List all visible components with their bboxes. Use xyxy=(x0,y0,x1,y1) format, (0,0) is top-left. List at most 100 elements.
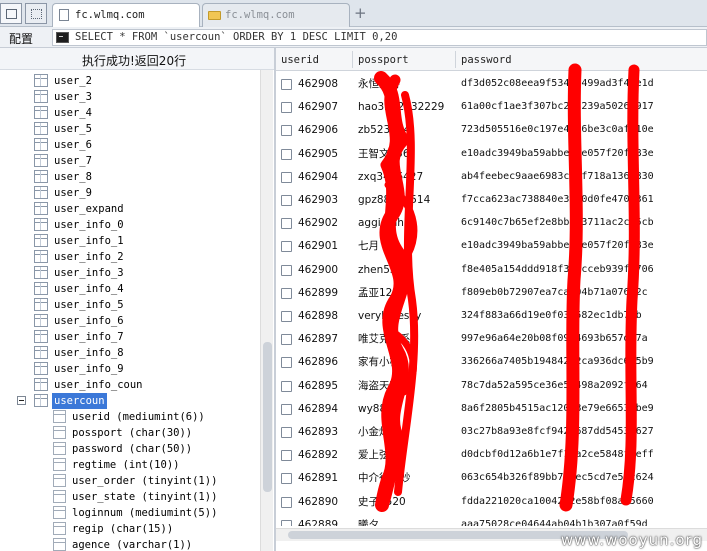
cell-possport[interactable]: 七月 xyxy=(358,236,379,256)
cell-possport[interactable]: verybluesky xyxy=(358,306,421,326)
cell-userid[interactable]: 462893 xyxy=(298,422,338,442)
column-header-possport[interactable]: possport xyxy=(358,54,409,66)
cell-possport[interactable]: aggiefahan xyxy=(358,213,417,233)
table-row[interactable]: 462890 史子3520 fdda221020ca1004232e58bf08a5… xyxy=(276,492,707,512)
cell-possport[interactable]: 曦夕 xyxy=(358,515,379,526)
table-row[interactable]: 462899 孟亚122 f809eb0b72907ea7ca404b71a0762… xyxy=(276,283,707,303)
cell-password[interactable]: df3d052c08eea9f534be499ad3f4de1d xyxy=(461,74,654,94)
row-checkbox[interactable] xyxy=(281,148,292,160)
row-checkbox[interactable] xyxy=(281,334,292,346)
row-checkbox[interactable] xyxy=(281,496,292,508)
row-checkbox[interactable] xyxy=(281,125,292,137)
cell-possport[interactable]: 永恒之诗 xyxy=(358,74,400,94)
table-row[interactable]: 462894 wy8888 8a6f2805b4515ac12038e79e6653… xyxy=(276,399,707,419)
cell-password[interactable]: 61a00cf1ae3f307bc29a239a5026c917 xyxy=(461,97,654,117)
row-checkbox[interactable] xyxy=(281,519,292,526)
cell-possport[interactable]: zhen5sd8 xyxy=(358,260,409,280)
table-row[interactable]: 462904 zxq3456427 ab4feebec9aae6983cbbf718… xyxy=(276,167,707,187)
cell-password[interactable]: 336266a7405b19484212ca936dc6c5b9 xyxy=(461,352,654,372)
row-checkbox[interactable] xyxy=(281,195,292,206)
table-row[interactable]: 462898 verybluesky 324f883a66d19e0f034582e… xyxy=(276,306,707,326)
row-checkbox[interactable] xyxy=(281,102,292,114)
cell-userid[interactable]: 462901 xyxy=(298,236,338,256)
cell-password[interactable]: f7cca623ac738840e3040d0fe4706361 xyxy=(461,190,654,210)
table-row[interactable]: 462896 家有小桐 336266a7405b19484212ca936dc6c5… xyxy=(276,352,707,372)
cell-password[interactable]: 78c7da52a595ce36e51498a2092f464 xyxy=(461,376,648,396)
table-row[interactable]: 462891 中介很奇妙 063c654b326f89bb735ec5cd7e50c… xyxy=(276,468,707,488)
cell-userid[interactable]: 462896 xyxy=(298,352,338,372)
cell-possport[interactable]: hao3232432229 xyxy=(358,97,444,117)
cell-password[interactable]: ab4feebec9aae6983cbbf718a136f830 xyxy=(461,167,654,187)
cell-possport[interactable]: 家有小桐 xyxy=(358,352,400,372)
cell-possport[interactable]: wy8888 xyxy=(358,399,400,419)
cell-userid[interactable]: 462892 xyxy=(298,445,338,465)
tab-fc-wlmq-inactive[interactable]: fc.wlmq.com xyxy=(202,3,350,27)
table-row[interactable]: 462907 hao3232432229 61a00cf1ae3f307bc29a2… xyxy=(276,97,707,117)
table-row[interactable]: 462902 aggiefahan 6c9140c7b65ef2e8bb493711… xyxy=(276,213,707,233)
cell-possport[interactable]: gpz88864514 xyxy=(358,190,430,210)
cell-userid[interactable]: 462899 xyxy=(298,283,338,303)
cell-password[interactable]: fdda221020ca1004232e58bf08a55660 xyxy=(461,492,654,512)
row-checkbox[interactable] xyxy=(281,473,292,485)
cell-possport[interactable]: 孟亚122 xyxy=(358,283,399,303)
row-checkbox[interactable] xyxy=(281,264,292,276)
column-divider[interactable] xyxy=(455,51,456,68)
cell-password[interactable]: 8a6f2805b4515ac12038e79e6653fbe9 xyxy=(461,399,654,419)
restore-window-button[interactable] xyxy=(0,3,22,24)
row-checkbox[interactable] xyxy=(281,311,292,322)
table-row[interactable]: 462906 zb523654 723d505516e0c197e42e6be3c0… xyxy=(276,120,707,140)
cell-userid[interactable]: 462905 xyxy=(298,144,338,164)
row-checkbox[interactable] xyxy=(281,427,292,438)
cell-password[interactable]: 063c654b326f89bb735ec5cd7e50c624 xyxy=(461,468,654,488)
row-checkbox[interactable] xyxy=(281,403,292,415)
cell-password[interactable]: 6c9140c7b65ef2e8bb493711ac2c35cb xyxy=(461,213,654,233)
cell-password[interactable]: e10adc3949ba59abbe56e057f20f883e xyxy=(461,144,654,164)
column-divider[interactable] xyxy=(352,51,353,68)
cell-possport[interactable]: 王智文456 xyxy=(358,144,410,164)
tab-fc-wlmq-active[interactable]: fc.wlmq.com xyxy=(52,3,200,27)
table-row[interactable]: 462908 永恒之诗 df3d052c08eea9f534be499ad3f4de… xyxy=(276,74,707,94)
row-checkbox[interactable] xyxy=(281,450,292,462)
table-row[interactable]: 462892 爱上弦月 d0dcbf0d12a6b1e7f15a2ce5848fee… xyxy=(276,445,707,465)
table-row[interactable]: 462900 zhen5sd8 f8e405a154ddd918f321cceb93… xyxy=(276,260,707,280)
cell-userid[interactable]: 462890 xyxy=(298,492,338,512)
cell-password[interactable]: 324f883a66d19e0f034582ec1db70b xyxy=(461,306,642,326)
table-row[interactable]: 462903 gpz88864514 f7cca623ac738840e3040d0… xyxy=(276,190,707,210)
row-checkbox[interactable] xyxy=(281,357,292,369)
cell-possport[interactable]: 史子3520 xyxy=(358,492,406,512)
cell-password[interactable]: e10adc3949ba59abbe56e057f20f883e xyxy=(461,236,654,256)
cell-possport[interactable]: 海盗天下wl xyxy=(358,376,412,396)
scroll-thumb[interactable] xyxy=(263,342,272,492)
row-checkbox[interactable] xyxy=(281,218,292,230)
cell-userid[interactable]: 462900 xyxy=(298,260,338,280)
cell-userid[interactable]: 462895 xyxy=(298,376,338,396)
row-checkbox[interactable] xyxy=(281,287,292,299)
cell-password[interactable]: d0dcbf0d12a6b1e7f15a2ce5848feeff xyxy=(461,445,654,465)
cell-password[interactable]: f8e405a154ddd918f321cceb939f7706 xyxy=(461,260,654,280)
blank-window-button[interactable] xyxy=(25,3,47,24)
table-row[interactable]: 462901 七月 e10adc3949ba59abbe56e057f20f883e xyxy=(276,236,707,256)
cell-userid[interactable]: 462906 xyxy=(298,120,338,140)
cell-possport[interactable]: 唯艾克斯系 xyxy=(358,329,411,349)
column-header-password[interactable]: password xyxy=(461,54,512,66)
cell-possport[interactable]: 小金灿 xyxy=(358,422,390,442)
table-row[interactable]: 462893 小金灿 03c27b8a93e8fcf9427687dd5453b62… xyxy=(276,422,707,442)
cell-userid[interactable]: 462894 xyxy=(298,399,338,419)
table-row[interactable]: 462895 海盗天下wl 78c7da52a595ce36e51498a2092f… xyxy=(276,376,707,396)
cell-userid[interactable]: 462891 xyxy=(298,468,338,488)
cell-possport[interactable]: 爱上弦月 xyxy=(358,445,400,465)
table-row[interactable]: 462889 曦夕 aaa75028ce04644ab04b1b307a0f59d xyxy=(276,515,707,526)
table-row[interactable]: 462897 唯艾克斯系 997e96a64e20b08f0914693b657d9… xyxy=(276,329,707,349)
table-row[interactable]: 462905 王智文456 e10adc3949ba59abbe56e057f20f… xyxy=(276,144,707,164)
row-checkbox[interactable] xyxy=(281,79,292,90)
cell-password[interactable]: 03c27b8a93e8fcf9427687dd5453b627 xyxy=(461,422,654,442)
cell-password[interactable]: aaa75028ce04644ab04b1b307a0f59d xyxy=(461,515,648,526)
column-header-userid[interactable]: userid xyxy=(281,54,319,66)
cell-userid[interactable]: 462903 xyxy=(298,190,338,210)
cell-userid[interactable]: 462907 xyxy=(298,97,338,117)
cell-password[interactable]: f809eb0b72907ea7ca404b71a07622c xyxy=(461,283,648,303)
cell-userid[interactable]: 462889 xyxy=(298,515,338,526)
new-tab-button[interactable]: + xyxy=(354,3,367,23)
collapse-icon[interactable] xyxy=(17,396,26,405)
cell-password[interactable]: 723d505516e0c197e42e6be3c0afb10e xyxy=(461,120,654,140)
